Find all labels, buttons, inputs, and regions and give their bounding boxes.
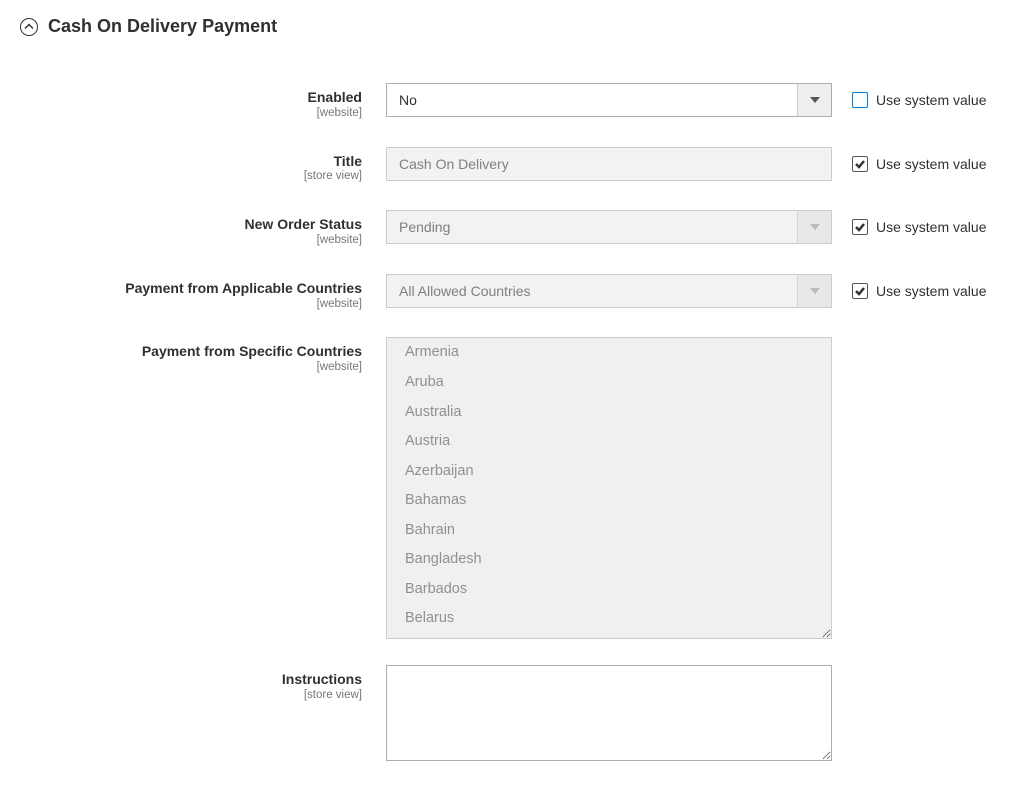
new-order-status-label: New Order Status bbox=[20, 216, 362, 233]
enabled-label: Enabled bbox=[20, 89, 362, 106]
chevron-down-icon bbox=[797, 84, 831, 116]
specific-countries-label: Payment from Specific Countries bbox=[20, 343, 362, 360]
checkbox-icon bbox=[852, 92, 868, 108]
country-option[interactable]: Azerbaijan bbox=[387, 457, 831, 487]
applicable-countries-scope: [website] bbox=[20, 298, 362, 312]
country-option[interactable]: Australia bbox=[387, 398, 831, 428]
country-option[interactable]: Bahrain bbox=[387, 516, 831, 546]
title-scope: [store view] bbox=[20, 170, 362, 184]
checkbox-icon bbox=[852, 156, 868, 172]
use-system-label: Use system value bbox=[876, 92, 986, 108]
applicable-countries-label: Payment from Applicable Countries bbox=[20, 280, 362, 297]
applicable-countries-use-system-checkbox[interactable]: Use system value bbox=[852, 283, 986, 299]
use-system-label: Use system value bbox=[876, 156, 986, 172]
new-order-status-select[interactable]: Pending bbox=[386, 210, 832, 244]
title-use-system-checkbox[interactable]: Use system value bbox=[852, 156, 986, 172]
specific-countries-scope: [website] bbox=[20, 361, 362, 375]
enabled-use-system-checkbox[interactable]: Use system value bbox=[852, 92, 986, 108]
new-order-status-use-system-checkbox[interactable]: Use system value bbox=[852, 219, 986, 235]
applicable-countries-select[interactable]: All Allowed Countries bbox=[386, 274, 832, 308]
chevron-down-icon bbox=[797, 211, 831, 243]
instructions-textarea[interactable] bbox=[386, 665, 832, 761]
title-label: Title bbox=[20, 153, 362, 170]
enabled-scope: [website] bbox=[20, 107, 362, 121]
checkbox-icon bbox=[852, 219, 868, 235]
specific-countries-multiselect[interactable]: ArmeniaArubaAustraliaAustriaAzerbaijanBa… bbox=[386, 337, 832, 639]
country-option[interactable]: Bahamas bbox=[387, 486, 831, 516]
country-option[interactable]: Aruba bbox=[387, 368, 831, 398]
new-order-status-value: Pending bbox=[387, 211, 797, 243]
country-option[interactable]: Belarus bbox=[387, 604, 831, 634]
instructions-scope: [store view] bbox=[20, 689, 362, 703]
checkbox-icon bbox=[852, 283, 868, 299]
enabled-select[interactable]: No bbox=[386, 83, 832, 117]
applicable-countries-value: All Allowed Countries bbox=[387, 275, 797, 307]
enabled-value: No bbox=[387, 84, 797, 116]
country-option[interactable]: Bangladesh bbox=[387, 545, 831, 575]
country-option[interactable]: Austria bbox=[387, 427, 831, 457]
instructions-label: Instructions bbox=[20, 671, 362, 688]
section-title: Cash On Delivery Payment bbox=[48, 16, 277, 37]
collapse-icon bbox=[20, 18, 38, 36]
section-header[interactable]: Cash On Delivery Payment bbox=[20, 16, 1004, 37]
country-option[interactable]: Armenia bbox=[387, 338, 831, 368]
use-system-label: Use system value bbox=[876, 219, 986, 235]
new-order-status-scope: [website] bbox=[20, 234, 362, 248]
use-system-label: Use system value bbox=[876, 283, 986, 299]
chevron-down-icon bbox=[797, 275, 831, 307]
country-option[interactable]: Barbados bbox=[387, 575, 831, 605]
title-input[interactable] bbox=[386, 147, 832, 181]
